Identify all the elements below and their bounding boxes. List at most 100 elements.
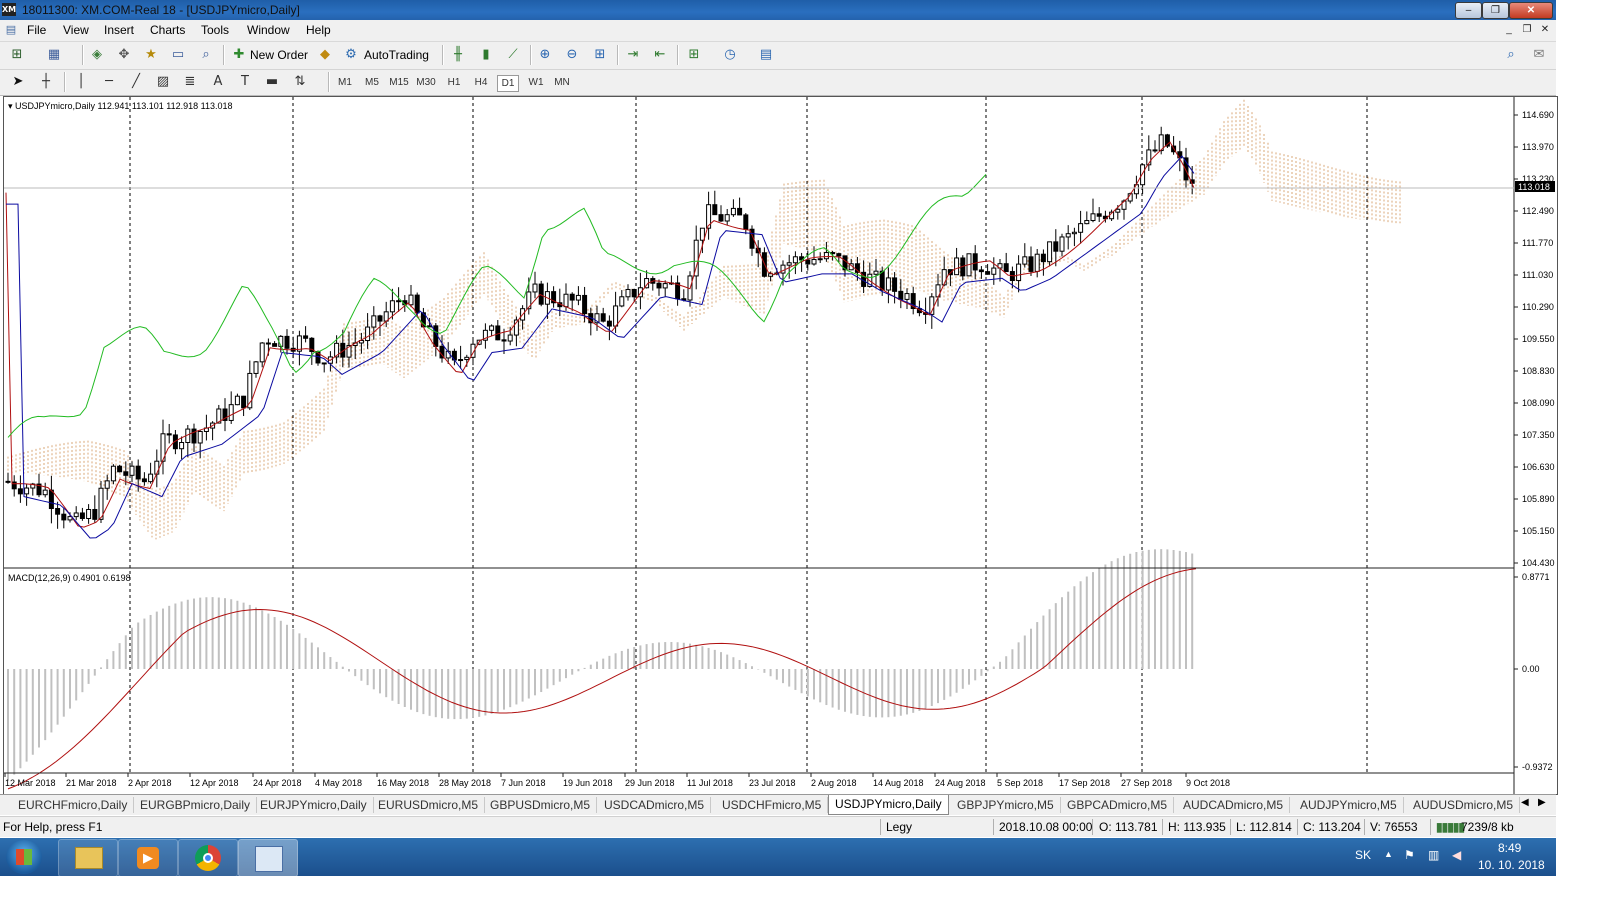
menu-window[interactable]: Window — [247, 23, 290, 37]
market-watch-icon[interactable]: ◈ — [88, 46, 106, 64]
price-tick-label: 108.830 — [1522, 366, 1555, 376]
horizontal-line-icon[interactable]: ─ — [100, 73, 118, 91]
chrome-app[interactable] — [178, 839, 238, 877]
tf-w1[interactable]: W1 — [525, 75, 547, 90]
data-window-icon[interactable]: ✥ — [115, 46, 133, 64]
new-chart-icon[interactable]: ⊞ — [8, 46, 26, 64]
tab-scroll-right-icon[interactable]: ▶ — [1538, 797, 1546, 808]
tab-audusd[interactable]: AUDUSDmicro,M5 — [1407, 797, 1521, 813]
menu-insert[interactable]: Insert — [104, 23, 134, 37]
tf-d1[interactable]: D1 — [497, 75, 519, 92]
new-order-button[interactable]: New Order — [250, 48, 308, 62]
chikou-line — [7, 174, 987, 438]
action-center-icon[interactable]: ⚑ — [1404, 848, 1415, 862]
menu-help[interactable]: Help — [306, 23, 331, 37]
auto-trading-button[interactable]: AutoTrading — [364, 48, 429, 62]
vertical-line-icon[interactable]: │ — [72, 73, 90, 91]
bar-chart-icon[interactable]: ╫ — [449, 46, 467, 64]
mdi-minimize-icon[interactable]: _ — [1502, 23, 1516, 37]
search-icon[interactable]: ⌕ — [1502, 46, 1520, 64]
chat-icon[interactable]: ✉ — [1530, 46, 1548, 64]
candle-body — [123, 471, 129, 476]
tf-m15[interactable]: M15 — [388, 75, 410, 90]
tab-eurchf[interactable]: EURCHFmicro,Daily — [12, 797, 135, 813]
crosshair-icon[interactable]: ┼ — [37, 73, 55, 91]
mdi-restore-icon[interactable]: ❐ — [1520, 23, 1534, 37]
arrow-tools-icon[interactable]: ▬ — [263, 73, 281, 91]
candle-body — [303, 335, 309, 339]
price-chart[interactable]: 114.690113.970113.230112.490111.770111.0… — [4, 97, 1557, 794]
start-button[interactable] — [6, 840, 42, 874]
tab-audjpy[interactable]: AUDJPYmicro,M5 — [1294, 797, 1404, 813]
network-icon[interactable]: ▥ — [1428, 848, 1439, 862]
maximize-button[interactable]: ❐ — [1482, 2, 1509, 19]
menu-view[interactable]: View — [63, 23, 89, 37]
channel-icon[interactable]: ▨ — [154, 73, 172, 91]
trendline-icon[interactable]: ╱ — [127, 73, 145, 91]
language-indicator[interactable]: SK — [1355, 848, 1371, 862]
tab-gbpcad[interactable]: GBPCADmicro,M5 — [1061, 797, 1175, 813]
tf-m30[interactable]: M30 — [415, 75, 437, 90]
tab-usdcad[interactable]: USDCADmicro,M5 — [598, 797, 712, 813]
tf-m5[interactable]: M5 — [362, 75, 382, 90]
minimize-button[interactable]: – — [1455, 2, 1482, 19]
auto-trading-icon[interactable]: ⚙ — [342, 46, 360, 64]
tab-gbpjpy[interactable]: GBPJPYmicro,M5 — [951, 797, 1061, 813]
tile-windows-icon[interactable]: ⊞ — [591, 46, 609, 64]
periods-icon[interactable]: ◷ — [721, 46, 739, 64]
chart-shift-icon[interactable]: ⇤ — [651, 46, 669, 64]
tf-h4[interactable]: H4 — [471, 75, 491, 90]
clock-time[interactable]: 8:49 — [1498, 841, 1521, 855]
zoom-out-icon[interactable]: ⊖ — [563, 46, 581, 64]
macd-pane — [7, 549, 1197, 790]
tab-usdchf[interactable]: USDCHFmicro,M5 — [716, 797, 829, 813]
chart-window[interactable]: 114.690 113.970 113.230 112.490 111.770 111.0… — [3, 96, 1558, 795]
terminal-icon[interactable]: ▭ — [169, 46, 187, 64]
tf-h1[interactable]: H1 — [444, 75, 464, 90]
zoom-in-icon[interactable]: ⊕ — [536, 46, 554, 64]
menu-charts[interactable]: Charts — [150, 23, 185, 37]
price-tick-label: 111.030 — [1522, 270, 1553, 280]
tab-scroll-left-icon[interactable]: ◀ — [1521, 797, 1529, 808]
templates-icon[interactable]: ▤ — [757, 46, 775, 64]
connection-bars-icon: ▮▮▮▮▮ — [1436, 820, 1465, 834]
candle-body — [458, 359, 464, 362]
close-button[interactable]: ✕ — [1509, 2, 1553, 19]
line-chart-icon[interactable]: ⟋ — [504, 46, 522, 64]
tester-icon[interactable]: ⌕ — [197, 46, 215, 64]
tab-audcad[interactable]: AUDCADmicro,M5 — [1177, 797, 1291, 813]
document-icon[interactable]: ▤ — [3, 21, 19, 37]
tf-m1[interactable]: M1 — [335, 75, 355, 90]
navigator-icon[interactable]: ★ — [142, 46, 160, 64]
profiles-icon[interactable]: ▦ — [45, 46, 63, 64]
clock-date[interactable]: 10. 10. 2018 — [1478, 858, 1545, 872]
tab-eurusd[interactable]: EURUSDmicro,M5 — [372, 797, 486, 813]
candle-body — [699, 227, 705, 241]
cursor-icon[interactable]: ➤ — [9, 73, 27, 91]
metaeditor-icon[interactable]: ◆ — [316, 46, 334, 64]
text-label-icon[interactable]: T — [236, 73, 254, 91]
tab-usdjpy[interactable]: USDJPYmicro,Daily — [828, 795, 949, 815]
menu-tools[interactable]: Tools — [201, 23, 229, 37]
candle-body — [1065, 233, 1071, 238]
tab-eurjpy[interactable]: EURJPYmicro,Daily — [254, 797, 374, 813]
mdi-close-icon[interactable]: ✕ — [1538, 23, 1552, 37]
metatrader-app[interactable] — [238, 839, 298, 877]
media-player-app[interactable]: ▶ — [118, 839, 178, 877]
tab-eurgbp[interactable]: EURGBPmicro,Daily — [134, 797, 258, 813]
explorer-app[interactable] — [58, 839, 118, 877]
tray-expand-icon[interactable]: ▲ — [1384, 849, 1393, 859]
indicators-icon[interactable]: ⊞ — [685, 46, 703, 64]
menu-file[interactable]: File — [27, 23, 46, 37]
text-icon[interactable]: A — [209, 73, 227, 91]
new-order-icon[interactable]: ✚ — [230, 46, 248, 64]
shapes-icon[interactable]: ⇅ — [291, 73, 309, 91]
candle-body — [1115, 208, 1121, 213]
tab-gbpusd[interactable]: GBPUSDmicro,M5 — [484, 797, 598, 813]
candlestick-icon[interactable]: ▮ — [477, 46, 495, 64]
auto-scroll-icon[interactable]: ⇥ — [624, 46, 642, 64]
fibonacci-icon[interactable]: ≣ — [181, 73, 199, 91]
tf-mn[interactable]: MN — [551, 75, 573, 90]
candle-body — [284, 335, 290, 349]
volume-icon[interactable]: ◀ — [1452, 848, 1461, 862]
